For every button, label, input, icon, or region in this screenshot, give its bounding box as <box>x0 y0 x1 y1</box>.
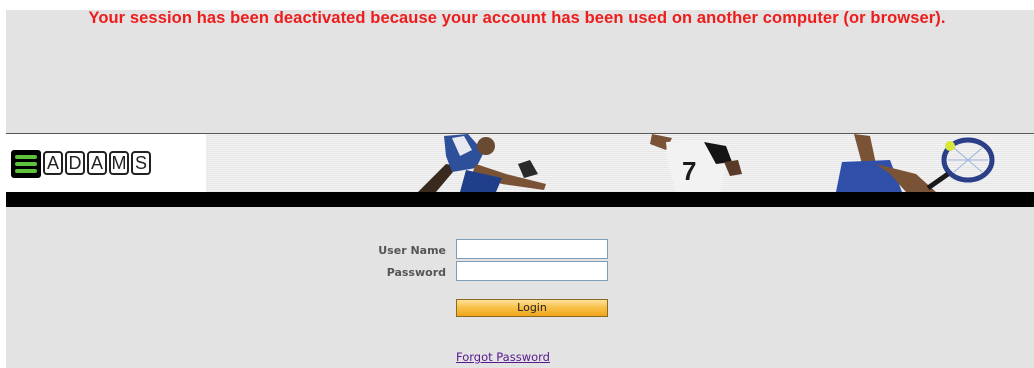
logo-letter: S <box>131 151 151 175</box>
username-label: User Name <box>378 244 446 257</box>
password-label: Password <box>386 266 446 279</box>
header-banner: A D A M S 7 <box>6 134 1034 192</box>
adams-logo: A D A M S <box>6 134 206 192</box>
login-button[interactable]: Login <box>456 299 608 317</box>
logo-letter: M <box>109 151 129 175</box>
tennis-athlete-image <box>836 134 995 192</box>
password-input[interactable] <box>456 261 608 281</box>
svg-text:7: 7 <box>682 156 696 186</box>
logo-letter: A <box>87 151 107 175</box>
username-input[interactable] <box>456 239 608 259</box>
logo-stripes-icon <box>11 150 41 178</box>
hurdler-athlete-image <box>418 134 546 192</box>
session-deactivated-message: Your session has been deactivated becaus… <box>88 9 946 27</box>
logo-letter: A <box>43 151 63 175</box>
logo-wordmark: A D A M S <box>43 151 151 175</box>
player-athlete-image: 7 <box>650 134 742 192</box>
forgot-password-link[interactable]: Forgot Password <box>456 350 550 364</box>
banner-bottom-bar <box>6 192 1034 207</box>
logo-letter: D <box>65 151 85 175</box>
